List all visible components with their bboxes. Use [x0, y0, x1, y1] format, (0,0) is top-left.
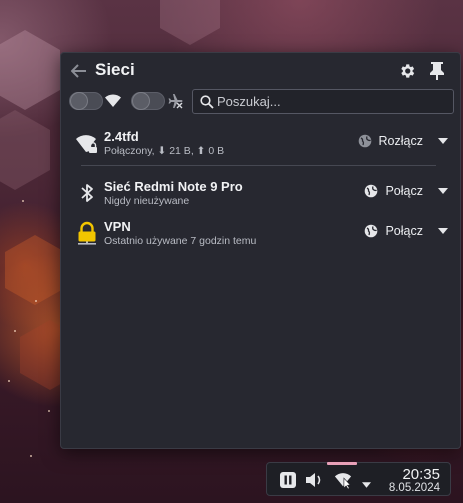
wallpaper-hexagon [160, 0, 220, 45]
search-icon [200, 95, 214, 109]
media-pause-icon[interactable] [279, 471, 297, 489]
connection-status: Nigdy nieużywane [104, 195, 190, 207]
pin-icon[interactable] [428, 61, 446, 81]
connect-button[interactable]: Połącz [364, 180, 448, 202]
search-input[interactable] [217, 94, 453, 109]
wallpaper-hexagon [0, 110, 50, 190]
network-toolbar [61, 89, 460, 119]
chevron-down-icon[interactable] [438, 188, 448, 194]
panel-header: Sieci [61, 53, 460, 89]
clock-date[interactable]: 8.05.2024 [389, 482, 440, 494]
connection-name: Sieć Redmi Note 9 Pro [104, 179, 243, 194]
section-divider [81, 165, 436, 166]
connection-item-2-4tfd[interactable]: 2.4tfd Połączony, ⬇ 21 B, ⬆ 0 B Rozłącz [61, 128, 460, 166]
wifi-icon [105, 94, 121, 107]
connection-status: Połączony, ⬇ 21 B, ⬆ 0 B [104, 145, 225, 157]
network-tray-icon[interactable] [333, 471, 353, 489]
page-title: Sieci [95, 60, 135, 79]
vpn-lock-icon [78, 221, 96, 245]
connection-name: 2.4tfd [104, 129, 139, 144]
system-tray: 20:35 8.05.2024 [266, 462, 451, 496]
connection-item-vpn[interactable]: VPN Ostatnio używane 7 godzin temu Połąc… [61, 218, 460, 256]
connection-item-redmi-note-9-pro[interactable]: Sieć Redmi Note 9 Pro Nigdy nieużywane P… [61, 178, 460, 216]
globe-icon [365, 224, 378, 238]
tray-expand-icon[interactable] [362, 476, 371, 494]
volume-icon[interactable] [305, 471, 325, 489]
globe-icon [365, 184, 378, 198]
connect-button[interactable]: Połącz [364, 220, 448, 242]
gear-icon[interactable] [398, 62, 416, 80]
network-panel: Sieci 2.4tfd [60, 52, 461, 449]
wifi-lock-icon [76, 135, 97, 153]
active-tray-indicator [327, 462, 357, 465]
airplane-mode-toggle[interactable] [131, 92, 165, 110]
wallpaper-hexagon [5, 235, 65, 305]
connect-label: Połącz [385, 184, 423, 198]
chevron-down-icon[interactable] [438, 138, 448, 144]
search-box[interactable] [192, 89, 454, 114]
wifi-toggle[interactable] [69, 92, 103, 110]
airplane-icon [168, 94, 183, 109]
connect-label: Połącz [385, 224, 423, 238]
globe-icon [358, 134, 371, 148]
clock-time[interactable]: 20:35 [402, 466, 440, 483]
wallpaper-hexagon [0, 30, 60, 110]
disconnect-button[interactable]: Rozłącz [358, 130, 448, 152]
back-button[interactable] [69, 61, 89, 81]
bluetooth-icon [81, 184, 93, 202]
connection-status: Ostatnio używane 7 godzin temu [104, 235, 257, 247]
chevron-down-icon[interactable] [438, 228, 448, 234]
disconnect-label: Rozłącz [378, 134, 423, 148]
connection-name: VPN [104, 219, 131, 234]
arrow-left-icon [71, 64, 86, 78]
